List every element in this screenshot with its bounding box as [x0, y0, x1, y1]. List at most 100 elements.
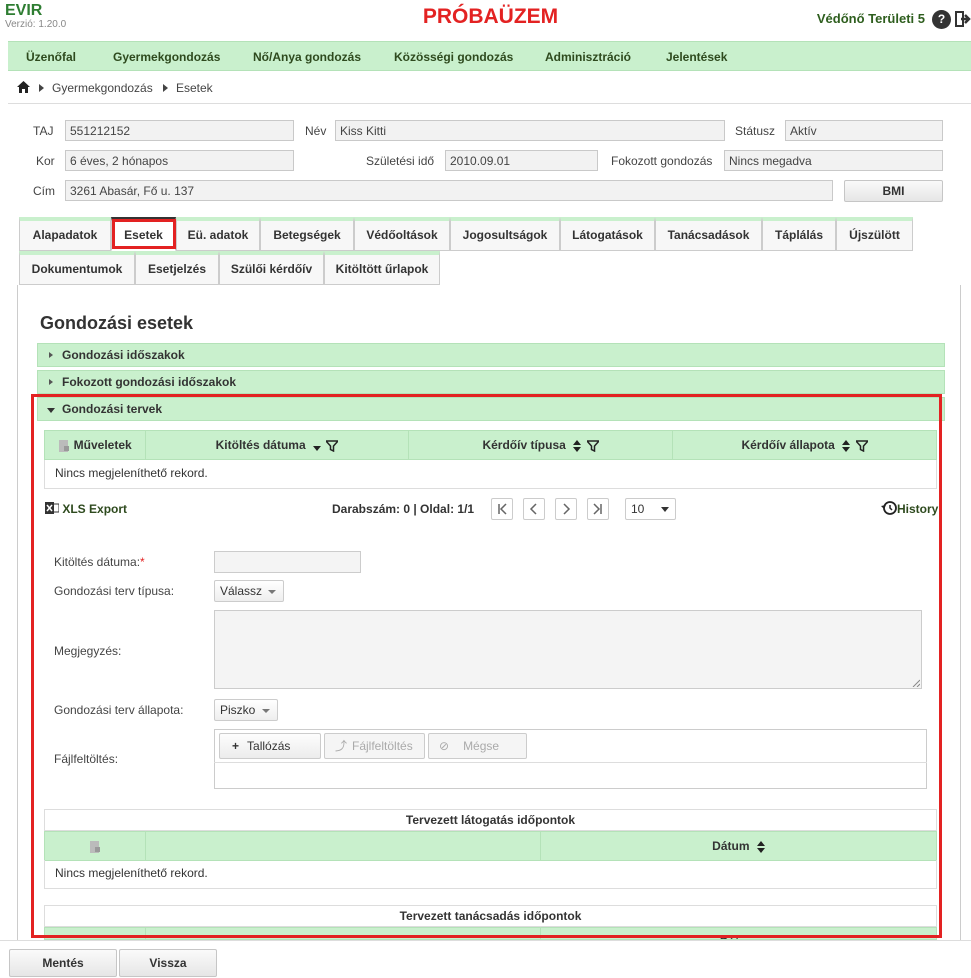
- section-title: Gondozási esetek: [40, 313, 194, 333]
- browse-button[interactable]: + Tallózás: [219, 733, 321, 759]
- help-icon[interactable]: ?: [932, 10, 951, 29]
- upload-button[interactable]: ⤴ Fájlfeltöltés: [324, 733, 425, 759]
- accordion-gondozasi-tervek[interactable]: Gondozási tervek: [37, 397, 945, 421]
- planned-visits-header: Dátum: [44, 831, 937, 861]
- status-label: Státusz: [735, 124, 776, 138]
- accordion-fokozott-gondozasi-idoszakok[interactable]: Fokozott gondozási időszakok: [37, 370, 945, 394]
- page-size-select[interactable]: 10: [625, 498, 676, 520]
- first-page-icon: [498, 503, 507, 515]
- document-icon: [59, 439, 70, 452]
- megjegyzes-textarea[interactable]: [214, 610, 922, 689]
- breadcrumb-esetek: Esetek: [176, 81, 213, 95]
- col-datum[interactable]: Dátum: [541, 928, 936, 939]
- tab-latogatasok[interactable]: Látogatások: [560, 217, 655, 251]
- first-page-button[interactable]: [491, 498, 513, 520]
- menu-gyermekgondozas[interactable]: Gyermekgondozás: [113, 50, 220, 64]
- kitoltes-datuma-input[interactable]: [214, 551, 361, 573]
- tab-taplalas[interactable]: Táplálás: [762, 217, 836, 251]
- history-icon: [881, 501, 897, 515]
- accordion-label: Gondozási időszakok: [62, 348, 185, 362]
- megjegyzes-label: Megjegyzés:: [54, 644, 122, 658]
- gondozasi-terv-tipusa-select[interactable]: Válassz: [214, 580, 284, 602]
- chevron-down-icon: [268, 590, 276, 594]
- menu-uzenofal[interactable]: Üzenőfal: [26, 50, 76, 64]
- col-kerdoiv-allapota[interactable]: Kérdőív állapota: [673, 431, 936, 459]
- fajlfeltoltes-label: Fájlfeltöltés:: [54, 752, 119, 766]
- tab-betegsegek[interactable]: Betegségek: [260, 217, 354, 251]
- cim-label: Cím: [33, 184, 55, 198]
- taj-field: 551212152: [65, 120, 294, 141]
- breadcrumb-separator-icon: [163, 84, 168, 92]
- tab-kitoltott-urlapok[interactable]: Kitöltött űrlapok: [324, 251, 440, 285]
- last-page-button[interactable]: [587, 498, 609, 520]
- szuletesi-ido-label: Születési idő: [366, 154, 435, 168]
- history-button[interactable]: History: [881, 500, 938, 516]
- status-field: Aktív: [785, 120, 943, 141]
- gondozasi-terv-allapota-select[interactable]: Piszko: [214, 699, 278, 721]
- logout-icon[interactable]: [955, 11, 971, 27]
- col-datum[interactable]: Dátum: [541, 832, 936, 860]
- accordion-label: Gondozási tervek: [62, 402, 163, 416]
- accordion-gondozasi-idoszakok[interactable]: Gondozási időszakok: [37, 343, 945, 367]
- upload-divider: [214, 762, 927, 763]
- tab-esetek[interactable]: Esetek: [111, 217, 176, 251]
- filter-icon[interactable]: [855, 440, 868, 452]
- col-empty: [146, 832, 541, 860]
- accordion-label: Fokozott gondozási időszakok: [62, 375, 237, 389]
- tab-dokumentumok[interactable]: Dokumentumok: [19, 251, 135, 285]
- resize-handle-icon[interactable]: [912, 679, 920, 687]
- main-menu: Üzenőfal Gyermekgondozás Nő/Anya gondozá…: [8, 41, 971, 71]
- next-page-button[interactable]: [555, 498, 577, 520]
- cancel-upload-button[interactable]: ⊘ Mégse: [428, 733, 527, 759]
- document-icon: [90, 840, 100, 853]
- menu-kozossegi-gondozas[interactable]: Közösségi gondozás: [394, 50, 513, 64]
- col-empty: [146, 928, 541, 939]
- sort-icon[interactable]: [573, 439, 582, 452]
- breadcrumb-gyermekgondozas[interactable]: Gyermekgondozás: [52, 81, 153, 95]
- tab-szuloi-kerdoiv[interactable]: Szülői kérdőív: [219, 251, 324, 285]
- tab-jogosultsagok[interactable]: Jogosultságok: [450, 217, 560, 251]
- sort-desc-icon[interactable]: [313, 440, 321, 452]
- bmi-button[interactable]: BMI: [844, 180, 943, 202]
- gondozasi-terv-tipusa-label: Gondozási terv típusa:: [54, 584, 175, 598]
- menu-adminisztracio[interactable]: Adminisztráció: [545, 50, 631, 64]
- tab-alapadatok[interactable]: Alapadatok: [19, 217, 111, 251]
- sort-icon[interactable]: [756, 840, 765, 853]
- breadcrumb-separator-icon: [39, 84, 44, 92]
- menu-jelentesek[interactable]: Jelentések: [666, 50, 727, 64]
- save-button[interactable]: Mentés: [9, 949, 117, 977]
- fokozott-gondozas-label: Fokozott gondozás: [611, 154, 713, 168]
- nev-field: Kiss Kitti: [335, 120, 725, 141]
- menu-no-anya-gondozas[interactable]: Nő/Anya gondozás: [253, 50, 361, 64]
- fokozott-gondozas-field: Nincs megadva: [724, 150, 943, 171]
- kitoltes-datuma-label: Kitöltés dátuma:*: [54, 555, 145, 569]
- prev-page-button[interactable]: [523, 498, 545, 520]
- planned-consults-title: Tervezett tanácsadás időpontok: [44, 905, 937, 927]
- expanded-arrow-icon: [47, 408, 55, 413]
- care-plan-grid-header: Műveletek Kitöltés dátuma Kérdőív típusa…: [44, 430, 937, 460]
- chevron-right-icon: [563, 503, 571, 515]
- pager-info: Darabszám: 0 | Oldal: 1/1: [332, 502, 475, 516]
- kor-field: 6 éves, 2 hónapos: [65, 150, 294, 171]
- grid-empty-row: Nincs megjeleníthető rekord.: [44, 460, 937, 489]
- collapsed-arrow-icon: [49, 379, 53, 385]
- col-kerdoiv-tipusa[interactable]: Kérdőív típusa: [409, 431, 673, 459]
- col-kitoltes-datuma[interactable]: Kitöltés dátuma: [146, 431, 409, 459]
- home-icon[interactable]: [17, 81, 30, 96]
- cim-field: 3261 Abasár, Fő u. 137: [65, 180, 833, 201]
- kor-label: Kor: [36, 154, 55, 168]
- gondozasi-terv-allapota-label: Gondozási terv állapota:: [54, 703, 184, 717]
- tab-ujszulott[interactable]: Újszülött: [836, 217, 913, 251]
- xls-export-button[interactable]: XLS Export: [45, 501, 127, 516]
- filter-icon[interactable]: [326, 440, 339, 452]
- tab-eu-adatok[interactable]: Eü. adatok: [176, 217, 260, 251]
- tab-tanacsadasok[interactable]: Tanácsadások: [655, 217, 762, 251]
- planned-visits-empty-row: Nincs megjeleníthető rekord.: [44, 860, 937, 889]
- excel-icon: [45, 502, 60, 514]
- sort-icon[interactable]: [842, 439, 851, 452]
- tab-vedooltasok[interactable]: Védőoltások: [354, 217, 450, 251]
- back-button[interactable]: Vissza: [119, 949, 217, 977]
- user-name[interactable]: Védőnő Területi 5: [817, 11, 925, 26]
- filter-icon[interactable]: [586, 440, 599, 452]
- tab-esetjelzes[interactable]: Esetjelzés: [135, 251, 219, 285]
